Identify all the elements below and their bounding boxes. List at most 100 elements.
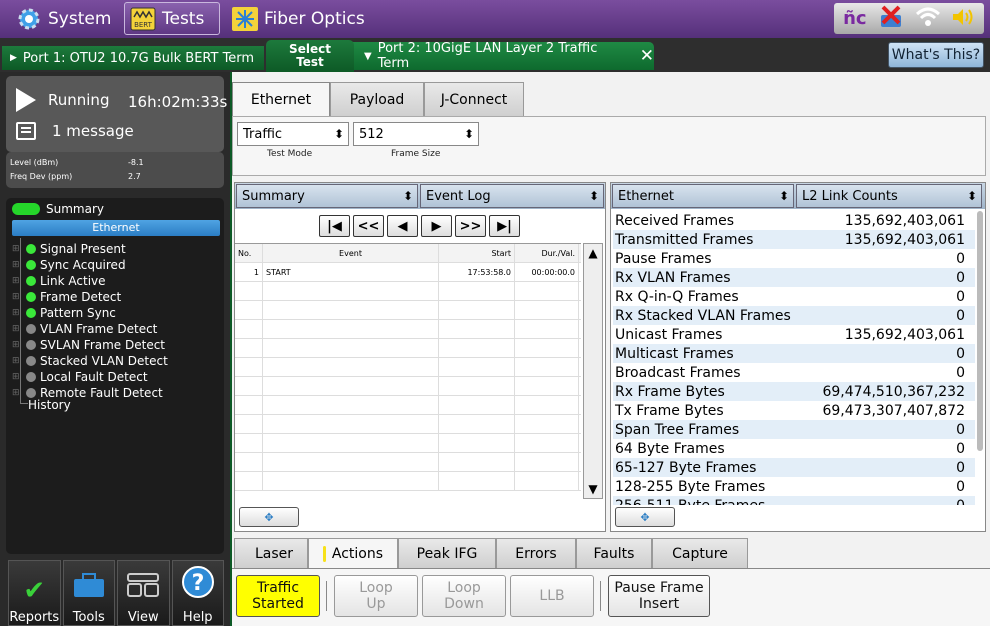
table-row[interactable] <box>235 320 581 339</box>
system-button[interactable]: System <box>14 2 116 35</box>
count-row[interactable]: Broadcast Frames 0 <box>613 363 975 382</box>
network-disconnected-icon[interactable] <box>877 5 905 33</box>
table-row[interactable] <box>235 396 581 415</box>
table-row[interactable]: 1 START 17:53:58.0 00:00:00.0 <box>235 263 581 282</box>
left-view-select[interactable]: Summary ⬍ <box>236 184 418 208</box>
pause-frame-insert-button[interactable]: Pause Frame Insert <box>608 575 710 617</box>
count-row[interactable]: Rx Q-in-Q Frames 0 <box>613 287 975 306</box>
expand-icon[interactable]: ⊞ <box>12 276 26 286</box>
reports-button[interactable]: ✔ Reports <box>8 560 61 626</box>
tree-history[interactable]: History <box>28 398 71 412</box>
col-duration[interactable]: Dur./Val. <box>515 244 579 262</box>
prev-event-button[interactable]: ◀ <box>387 215 418 237</box>
count-row[interactable]: Pause Frames 0 <box>613 249 975 268</box>
tree-item[interactable]: ⊞ Sync Acquired <box>12 258 126 272</box>
count-row[interactable]: Transmitted Frames 135,692,403,061 <box>613 230 975 249</box>
expand-icon[interactable]: ⊞ <box>12 340 26 350</box>
table-row[interactable] <box>235 301 581 320</box>
col-no[interactable]: No. <box>235 244 263 262</box>
page-forward-button[interactable]: >> <box>455 215 486 237</box>
wifi-icon[interactable] <box>915 6 941 32</box>
col-start[interactable]: Start <box>439 244 515 262</box>
tree-ethernet[interactable]: Ethernet <box>12 220 220 236</box>
count-row[interactable]: 64 Byte Frames 0 <box>613 439 975 458</box>
tab-capture[interactable]: Capture <box>652 538 748 568</box>
tree-summary[interactable]: Summary <box>12 202 104 216</box>
tree-item[interactable]: ⊞ Signal Present <box>12 242 126 256</box>
tree-item[interactable]: ⊞ VLAN Frame Detect <box>12 322 157 336</box>
status-tray[interactable]: ñc <box>834 3 984 34</box>
page-back-button[interactable]: << <box>353 215 384 237</box>
expand-icon[interactable]: ⊞ <box>12 372 26 382</box>
count-row[interactable]: Multicast Frames 0 <box>613 344 975 363</box>
tree-item[interactable]: ⊞ Stacked VLAN Detect <box>12 354 168 368</box>
expand-icon[interactable]: ⊞ <box>12 308 26 318</box>
table-row[interactable] <box>235 358 581 377</box>
count-row[interactable]: 256-511 Byte Frames 0 <box>613 496 975 505</box>
frame-size-select[interactable]: 512 ⬍ <box>353 122 479 146</box>
close-icon[interactable]: ✕ <box>640 46 654 66</box>
loop-up-button[interactable]: Loop Up <box>334 575 418 617</box>
table-row[interactable] <box>235 434 581 453</box>
counts-scrollbar[interactable] <box>977 211 983 451</box>
port1-tab[interactable]: ▶ Port 1: OTU2 10.7G Bulk BERT Term <box>2 46 264 70</box>
table-row[interactable] <box>235 282 581 301</box>
port2-tab[interactable]: ▼ Port 2: 10GigE LAN Layer 2 Traffic Ter… <box>338 41 654 71</box>
tab-ethernet[interactable]: Ethernet <box>232 82 330 116</box>
test-status-box[interactable]: Running 16h:02m:33s 1 message <box>6 76 227 152</box>
help-button[interactable]: ? Help <box>171 560 224 626</box>
move-handle-icon[interactable]: ✥ <box>615 507 675 527</box>
left-category-select[interactable]: Event Log ⬍ <box>420 184 604 208</box>
tab-faults[interactable]: Faults <box>576 538 652 568</box>
next-event-button[interactable]: ▶ <box>421 215 452 237</box>
whats-this-button[interactable]: What's This? <box>888 42 984 68</box>
count-row[interactable]: Span Tree Frames 0 <box>613 420 975 439</box>
right-category-select[interactable]: L2 Link Counts ⬍ <box>796 184 982 208</box>
first-event-button[interactable]: |◀ <box>319 215 350 237</box>
expand-icon[interactable]: ⊞ <box>12 356 26 366</box>
tab-laser[interactable]: Laser <box>234 538 308 568</box>
view-button[interactable]: View <box>117 560 170 626</box>
traffic-button[interactable]: Traffic Started <box>236 575 320 617</box>
count-row[interactable]: Received Frames 135,692,403,061 <box>613 211 975 230</box>
tools-button[interactable]: Tools <box>62 560 115 626</box>
col-event[interactable]: Event <box>263 244 439 262</box>
expand-icon[interactable]: ⊞ <box>12 292 26 302</box>
tests-button[interactable]: BERT Tests <box>124 2 220 35</box>
event-scrollbar[interactable]: ▲ ▼ <box>583 243 603 499</box>
tab-actions[interactable]: Actions <box>308 538 398 568</box>
tree-item[interactable]: ⊞ SVLAN Frame Detect <box>12 338 165 352</box>
count-row[interactable]: Unicast Frames 135,692,403,061 <box>613 325 975 344</box>
llb-button[interactable]: LLB <box>510 575 594 617</box>
expand-icon[interactable]: ⊞ <box>12 260 26 270</box>
table-row[interactable] <box>235 339 581 358</box>
loop-down-button[interactable]: Loop Down <box>422 575 506 617</box>
count-row[interactable]: Tx Frame Bytes 69,473,307,407,872 <box>613 401 975 420</box>
run-status[interactable]: Running <box>16 88 109 112</box>
count-row[interactable]: Rx Stacked VLAN Frames 0 <box>613 306 975 325</box>
table-row[interactable] <box>235 472 581 491</box>
table-row[interactable] <box>235 453 581 472</box>
remote-control-icon[interactable]: ñc <box>843 8 866 29</box>
count-row[interactable]: Rx Frame Bytes 69,474,510,367,232 <box>613 382 975 401</box>
scroll-up-icon[interactable]: ▲ <box>584 244 602 262</box>
message-indicator[interactable]: 1 message <box>16 122 134 140</box>
count-row[interactable]: 128-255 Byte Frames 0 <box>613 477 975 496</box>
count-row[interactable]: Rx VLAN Frames 0 <box>613 268 975 287</box>
table-row[interactable] <box>235 415 581 434</box>
table-row[interactable] <box>235 377 581 396</box>
tree-item[interactable]: ⊞ Frame Detect <box>12 290 121 304</box>
test-mode-select[interactable]: Traffic ⬍ <box>237 122 349 146</box>
select-test-button[interactable]: Select Test <box>266 40 354 72</box>
tab-peak-ifg[interactable]: Peak IFG <box>398 538 496 568</box>
move-handle-icon[interactable]: ✥ <box>239 507 299 527</box>
tab-j-connect[interactable]: J-Connect <box>424 82 524 116</box>
volume-icon[interactable] <box>951 6 975 32</box>
count-row[interactable]: 65-127 Byte Frames 0 <box>613 458 975 477</box>
expand-icon[interactable]: ⊞ <box>12 244 26 254</box>
expand-icon[interactable]: ⊞ <box>12 324 26 334</box>
last-event-button[interactable]: ▶| <box>489 215 520 237</box>
tab-payload[interactable]: Payload <box>330 82 424 116</box>
expand-icon[interactable]: ⊞ <box>12 388 26 398</box>
right-view-select[interactable]: Ethernet ⬍ <box>612 184 794 208</box>
